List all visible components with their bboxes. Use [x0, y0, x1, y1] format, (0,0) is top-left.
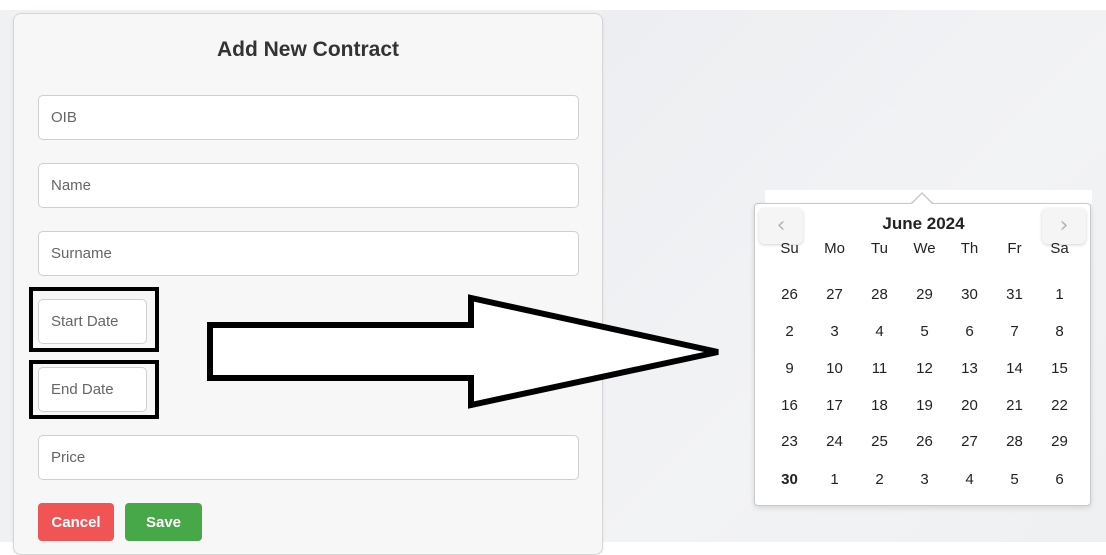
calendar-day[interactable]: 24: [812, 431, 857, 453]
calendar-day[interactable]: 4: [857, 321, 902, 343]
calendar-day[interactable]: 12: [902, 358, 947, 380]
calendar-day[interactable]: 5: [992, 469, 1037, 491]
calendar-week: 23 24 25 26 27 28 29: [767, 431, 1082, 453]
calendar-day[interactable]: 11: [857, 358, 902, 380]
calendar-day[interactable]: 21: [992, 395, 1037, 417]
calendar-week: 16 17 18 19 20 21 22: [767, 395, 1082, 417]
calendar-day[interactable]: 2: [857, 469, 902, 491]
calendar-day[interactable]: 27: [947, 431, 992, 453]
weekday-header: Su Mo Tu We Th Fr Sa: [767, 238, 1082, 260]
weekday-label: Su: [780, 240, 799, 257]
calendar-day[interactable]: 3: [812, 321, 857, 343]
calendar-day[interactable]: 3: [902, 469, 947, 491]
calendar-day[interactable]: 7: [992, 321, 1037, 343]
calendar-day[interactable]: 29: [1037, 431, 1082, 453]
calendar-day[interactable]: 2: [767, 321, 812, 343]
calendar-week: 30 1 2 3 4 5 6: [767, 469, 1082, 491]
weekday-label: Sa: [1050, 240, 1069, 257]
datepicker-popup: ‹ June 2024 › Su Mo Tu We Th Fr Sa 26 27…: [754, 203, 1091, 506]
calendar-day[interactable]: 13: [947, 358, 992, 380]
calendar-day[interactable]: 26: [767, 284, 812, 306]
calendar-day[interactable]: 18: [857, 395, 902, 417]
calendar-day[interactable]: 16: [767, 395, 812, 417]
calendar-week: 2 3 4 5 6 7 8: [767, 321, 1082, 343]
weekday-label: We: [913, 240, 936, 257]
picker-caret-inner: [912, 194, 932, 204]
calendar-day[interactable]: 5: [902, 321, 947, 343]
calendar-day[interactable]: 10: [812, 358, 857, 380]
calendar-day[interactable]: 6: [947, 321, 992, 343]
calendar-day[interactable]: 4: [947, 469, 992, 491]
calendar-day[interactable]: 28: [857, 284, 902, 306]
calendar-day[interactable]: 27: [812, 284, 857, 306]
calendar-day[interactable]: 30: [947, 284, 992, 306]
calendar-day[interactable]: 17: [812, 395, 857, 417]
weekday-label: Mo: [824, 240, 845, 257]
weekday-label: Tu: [871, 240, 888, 257]
calendar-day[interactable]: 29: [902, 284, 947, 306]
calendar-week: 9 10 11 12 13 14 15: [767, 358, 1082, 380]
calendar-day[interactable]: 23: [767, 431, 812, 453]
calendar-day[interactable]: 14: [992, 358, 1037, 380]
calendar-day[interactable]: 15: [1037, 358, 1082, 380]
calendar-day[interactable]: 20: [947, 395, 992, 417]
calendar-day[interactable]: 25: [857, 431, 902, 453]
calendar-day[interactable]: 22: [1037, 395, 1082, 417]
calendar-day[interactable]: 19: [902, 395, 947, 417]
calendar-day[interactable]: 1: [1037, 284, 1082, 306]
calendar-week: 26 27 28 29 30 31 1: [767, 284, 1082, 306]
weekday-label: Fr: [1007, 240, 1022, 257]
calendar-day[interactable]: 26: [902, 431, 947, 453]
calendar-day[interactable]: 6: [1037, 469, 1082, 491]
calendar-day[interactable]: 28: [992, 431, 1037, 453]
weekday-label: Th: [960, 240, 979, 257]
calendar-day[interactable]: 1: [812, 469, 857, 491]
calendar-day[interactable]: 8: [1037, 321, 1082, 343]
calendar-day-bold[interactable]: 30: [767, 469, 812, 491]
calendar-day[interactable]: 31: [992, 284, 1037, 306]
calendar-day[interactable]: 9: [767, 358, 812, 380]
